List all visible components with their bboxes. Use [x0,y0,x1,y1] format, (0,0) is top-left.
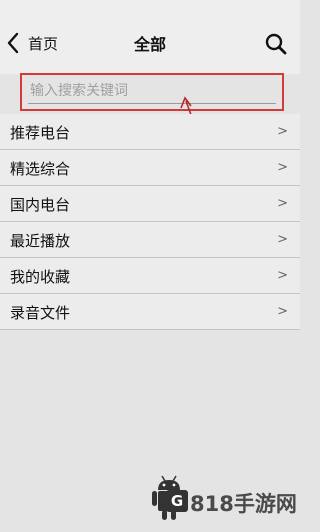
watermark-logo-letter: G [166,490,188,512]
list-item-featured[interactable]: 精选综合 > [0,150,300,186]
chevron-right-icon: > [277,124,288,139]
list-item-label: 录音文件 [10,304,71,322]
search-icon[interactable] [264,32,288,56]
watermark-logo: G 818手游网 [150,472,300,526]
watermark-text: 818手游网 [190,492,297,516]
list-item-label: 精选综合 [10,160,71,178]
chevron-right-icon: > [277,160,288,175]
list-item-favorites[interactable]: 我的收藏 > [0,258,300,294]
list-item-label: 推荐电台 [10,124,71,142]
list-item-recommended[interactable]: 推荐电台 > [0,114,300,150]
list-item-recent[interactable]: 最近播放 > [0,222,300,258]
chevron-right-icon: > [277,268,288,283]
page-title: 全部 [133,35,166,54]
search-input[interactable] [28,79,276,104]
list-item-recordings[interactable]: 录音文件 > [0,294,300,330]
search-highlight-box [20,73,284,111]
top-bar: 首页 全部 [0,0,300,74]
chevron-right-icon: > [277,304,288,319]
chevron-right-icon: > [277,196,288,211]
list-item-domestic[interactable]: 国内电台 > [0,186,300,222]
list-item-label: 国内电台 [10,196,71,214]
list-item-label: 最近播放 [10,232,71,250]
list-item-label: 我的收藏 [10,268,71,286]
category-list: 推荐电台 > 精选综合 > 国内电台 > 最近播放 > 我的收藏 > 录音文件 … [0,114,300,330]
chevron-right-icon: > [277,232,288,247]
